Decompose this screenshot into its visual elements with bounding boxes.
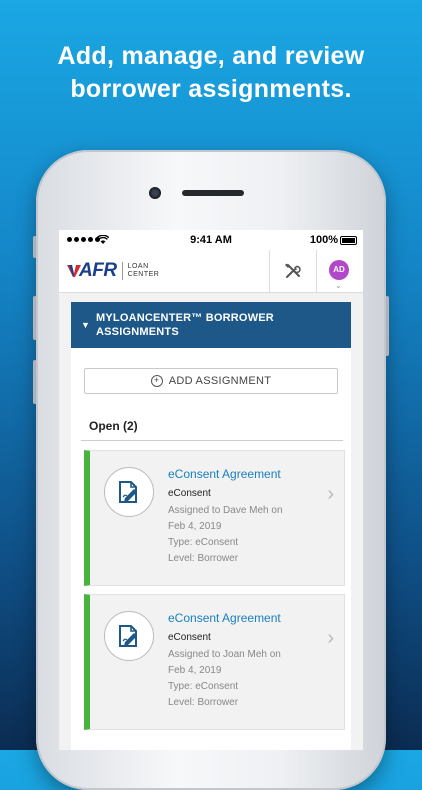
add-assignment-label: ADD ASSIGNMENT [168, 375, 272, 387]
headline: Add, manage, and review borrower assignm… [0, 40, 422, 106]
logo-divider [121, 262, 123, 280]
assignment-subtitle: eConsent [168, 488, 211, 499]
assignment-type: Type: eConsent [168, 537, 239, 548]
logo-text: AFR [79, 260, 117, 281]
avatar-chevron-down-icon[interactable]: ⌄ [335, 281, 342, 290]
front-camera [149, 187, 161, 199]
logo-subtext-line-1: LOAN [127, 263, 149, 270]
assignment-assigned-line-1: Assigned to Joan Meh on [168, 649, 281, 660]
afr-logo[interactable]: AFR LOAN CENTER [67, 260, 159, 282]
assignment-assigned-line-2: Feb 4, 2019 [168, 521, 222, 532]
assignments-panel: ▼ MYLOANCENTER™ BORROWER ASSIGNMENTS + A… [71, 302, 351, 750]
headline-line-1: Add, manage, and review [57, 42, 365, 70]
phone-screen: 9:41 AM 100% AFR LOAN CENTER AD ⌄ ▼ MYLO… [59, 230, 363, 750]
collapse-chevron-icon[interactable]: ▼ [81, 318, 90, 332]
panel-header[interactable]: ▼ MYLOANCENTER™ BORROWER ASSIGNMENTS [71, 302, 351, 348]
assignment-title[interactable]: eConsent Agreement [168, 611, 281, 625]
section-divider [81, 440, 343, 441]
chevron-right-icon[interactable]: › [327, 627, 334, 650]
assignment-level: Level: Borrower [168, 553, 239, 564]
document-signature-icon [104, 467, 154, 517]
add-assignment-button[interactable]: + ADD ASSIGNMENT [84, 368, 338, 394]
panel-title: MYLOANCENTER™ BORROWER ASSIGNMENTS [96, 312, 274, 338]
battery-percent: 100% [309, 234, 338, 246]
chevron-right-icon[interactable]: › [327, 483, 334, 506]
logo-subtext-line-2: CENTER [127, 271, 160, 278]
assignment-subtitle: eConsent [168, 632, 211, 643]
status-bar: 9:41 AM 100% [59, 230, 363, 250]
assignment-card[interactable]: eConsent Agreement eConsent Assigned to … [84, 450, 345, 586]
assignment-type: Type: eConsent [168, 681, 239, 692]
assignment-assigned-line-2: Feb 4, 2019 [168, 665, 222, 676]
earpiece-speaker [182, 190, 244, 196]
tools-button[interactable] [269, 250, 317, 292]
plus-circle-icon: + [150, 375, 163, 387]
document-signature-icon [104, 611, 154, 661]
assignment-card[interactable]: eConsent Agreement eConsent Assigned to … [84, 594, 345, 730]
battery-icon [340, 236, 357, 245]
assignment-level: Level: Borrower [168, 697, 239, 708]
app-header: AFR LOAN CENTER AD ⌄ [59, 250, 363, 293]
headline-line-2: borrower assignments. [70, 75, 352, 103]
logo-subtext: LOAN CENTER [128, 263, 160, 279]
user-avatar[interactable]: AD [329, 260, 349, 280]
tools-icon [285, 263, 301, 278]
open-section-label: Open (2) [89, 419, 138, 433]
assignment-title[interactable]: eConsent Agreement [168, 467, 281, 481]
assignment-assigned-line-1: Assigned to Dave Meh on [168, 505, 283, 516]
